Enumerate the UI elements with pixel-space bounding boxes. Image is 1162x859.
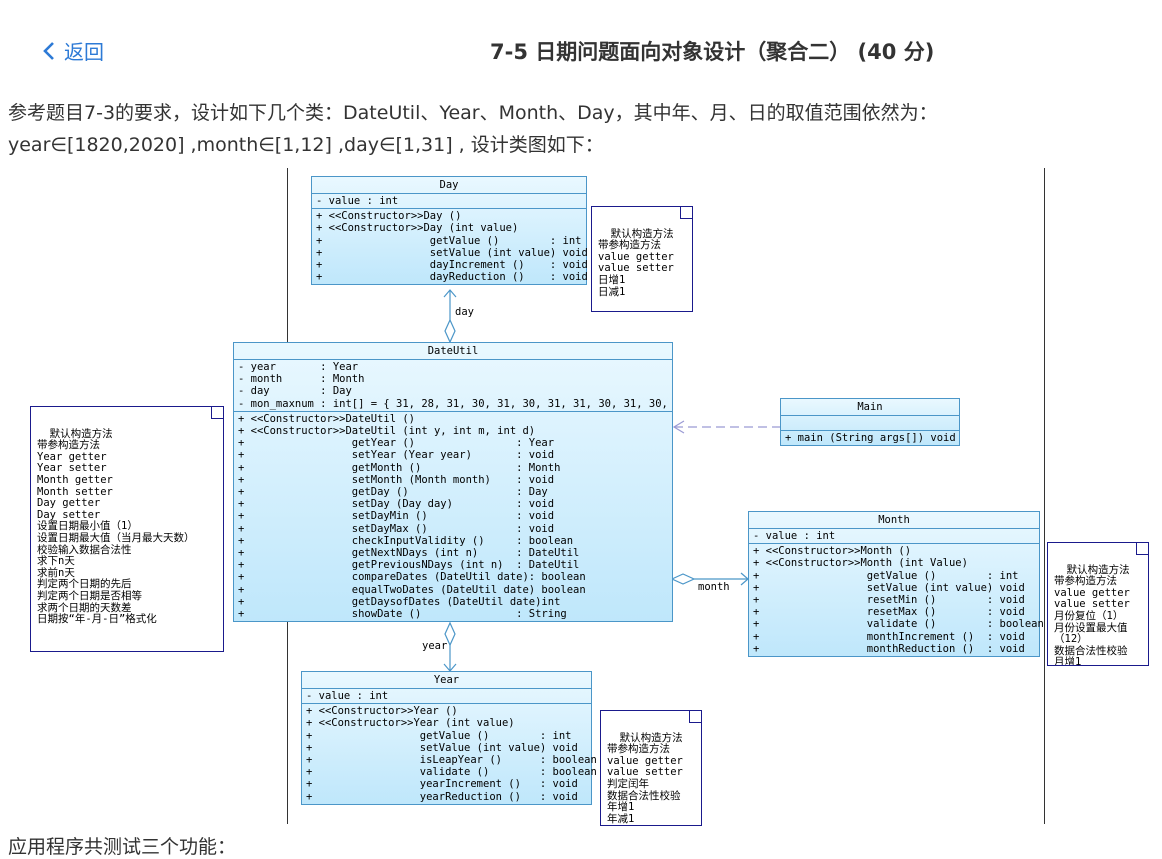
note-text: 默认构造方法 带参构造方法 value getter value setter … <box>607 731 683 825</box>
class-name: Day <box>312 177 586 194</box>
diagram-frame-right <box>1044 168 1045 824</box>
intro-line-1: 参考题目7-3的要求，设计如下几个类：DateUtil、Year、Month、D… <box>8 102 938 124</box>
class-attributes: - value : int <box>302 689 591 705</box>
uml-class-day: Day - value : int + <<Constructor>>Day (… <box>311 176 588 286</box>
uml-note-year: 默认构造方法 带参构造方法 value getter value setter … <box>600 710 702 826</box>
assoc-label-month: month <box>698 581 730 593</box>
class-name: Year <box>302 672 591 689</box>
class-operations: + main (String args[]) void <box>785 432 956 445</box>
note-fold-icon <box>680 207 692 219</box>
assoc-label-year: year <box>422 640 448 652</box>
class-operations: + <<Constructor>>Day () + <<Constructor>… <box>316 210 588 284</box>
class-attributes: - year : Year - month : Month - day : Da… <box>234 360 672 412</box>
class-attributes: - value : int <box>312 194 586 210</box>
class-name: DateUtil <box>234 343 672 360</box>
uml-class-month: Month - value : int + <<Constructor>>Mon… <box>748 511 1044 658</box>
note-text: 默认构造方法 带参构造方法 Year getter Year setter Mo… <box>37 427 195 626</box>
class-name: Month <box>749 512 1039 529</box>
class-attributes <box>781 416 959 432</box>
class-operations: + <<Constructor>>Year () + <<Constructor… <box>306 705 597 803</box>
uml-class-main: Main + main (String args[]) void <box>780 398 960 447</box>
uml-class-dateutil: DateUtil - year : Year - month : Month -… <box>233 342 673 623</box>
class-attributes: - value : int <box>749 529 1039 545</box>
problem-intro: 参考题目7-3的要求，设计如下几个类：DateUtil、Year、Month、D… <box>8 97 1158 161</box>
note-text: 默认构造方法 带参构造方法 value getter value setter … <box>1054 563 1130 666</box>
uml-note-day: 默认构造方法 带参构造方法 value getter value setter … <box>591 206 693 312</box>
uml-note-dateutil: 默认构造方法 带参构造方法 Year getter Year setter Mo… <box>30 406 224 652</box>
note-fold-icon <box>689 711 701 723</box>
uml-class-year: Year - value : int + <<Constructor>>Year… <box>301 671 597 805</box>
back-label: 返回 <box>64 40 104 64</box>
back-link[interactable]: 返回 <box>40 36 104 65</box>
class-operations: + <<Constructor>>DateUtil () + <<Constru… <box>238 412 586 621</box>
intro-line-2: year∈[1820,2020] ,month∈[1,12] ,day∈[1,3… <box>8 134 604 156</box>
class-name: Main <box>781 399 959 416</box>
class-operations: + <<Constructor>>Month () + <<Constructo… <box>753 545 1044 655</box>
note-fold-icon <box>1136 543 1148 555</box>
assoc-label-day: day <box>455 306 474 318</box>
note-fold-icon <box>211 407 223 419</box>
note-text: 默认构造方法 带参构造方法 value getter value setter … <box>598 227 674 298</box>
uml-note-month: 默认构造方法 带参构造方法 value getter value setter … <box>1047 542 1149 666</box>
page-title: 7-5 日期问题面向对象设计（聚合二） (40 分) <box>490 40 935 64</box>
chevron-left-icon <box>43 41 54 60</box>
